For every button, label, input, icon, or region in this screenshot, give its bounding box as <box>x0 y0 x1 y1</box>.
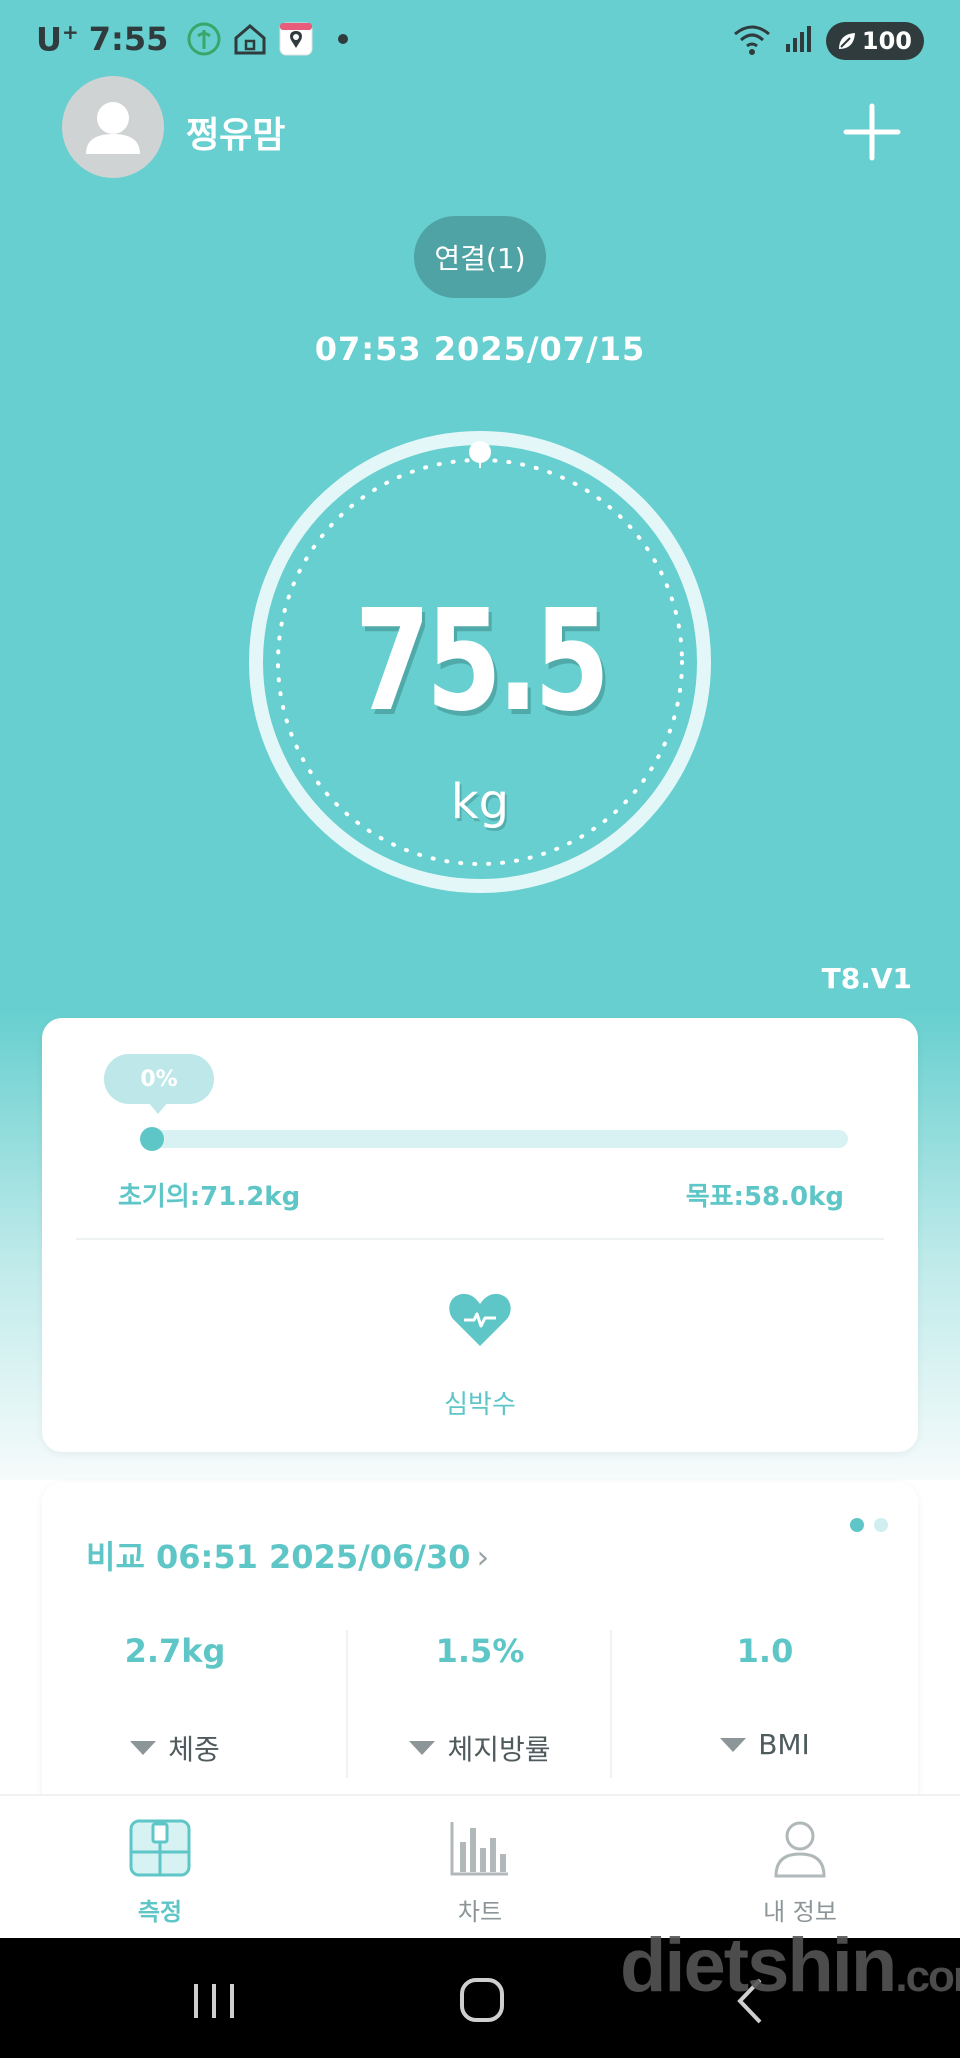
decrease-arrow-icon <box>720 1737 747 1752</box>
weight-value: 75.5 <box>354 580 610 743</box>
recent-apps-icon[interactable] <box>184 1976 244 2026</box>
signal-icon <box>784 24 814 58</box>
heart-rate-icon[interactable] <box>448 1290 512 1348</box>
watermark: dietshin.com <box>620 1923 960 2008</box>
stat-value: 1.0 <box>736 1632 794 1670</box>
stat-body-fat: 1.5% 체지방률 <box>347 1632 613 1768</box>
default-avatar-icon <box>86 102 140 154</box>
battery-leaf-icon <box>838 33 855 49</box>
home-notification-icon <box>232 21 268 57</box>
username[interactable]: 쩡유맘 <box>186 106 285 158</box>
tab-label: 차트 <box>457 1898 503 1926</box>
carrier-label: U+ <box>36 20 79 59</box>
stat-bmi: 1.0 BMI <box>632 1632 898 1761</box>
gauge-indicator <box>469 441 491 463</box>
bar-chart-icon <box>450 1822 508 1876</box>
tab-measure[interactable]: 측정 <box>60 1818 260 1927</box>
chevron-right-icon: › <box>476 1538 490 1576</box>
tab-my-info[interactable]: 내 정보 <box>700 1818 900 1927</box>
compare-title: 비교 06:51 2025/06/30 <box>86 1538 471 1576</box>
leaf-notification-icon <box>186 21 222 57</box>
page-dot <box>874 1518 888 1532</box>
plus-icon <box>843 103 901 161</box>
progress-knob <box>140 1127 164 1151</box>
person-icon <box>774 1821 826 1878</box>
goal-progress-bar <box>152 1130 848 1148</box>
measurement-timestamp: 07:53 2025/07/15 <box>314 330 646 368</box>
more-notifications-dot <box>338 34 349 45</box>
add-button[interactable] <box>842 102 902 162</box>
stat-label: BMI <box>758 1728 810 1761</box>
page-dot-active <box>850 1518 864 1532</box>
compare-card: 비교 06:51 2025/06/30 › 2.7kg 체중 1.5% 체지방률 … <box>42 1482 918 1842</box>
tab-label: 측정 <box>137 1898 183 1926</box>
device-version: T8.V1 <box>821 962 912 995</box>
battery-level: 100 <box>861 27 912 55</box>
compare-title-link[interactable]: 비교 06:51 2025/06/30 › <box>86 1532 489 1578</box>
stat-label: 체지방률 <box>447 1733 551 1766</box>
initial-weight-label: 초기의:71.2kg <box>118 1182 301 1212</box>
map-notification-icon <box>278 21 314 57</box>
tab-chart[interactable]: 차트 <box>380 1818 580 1927</box>
heart-rate-label[interactable]: 심박수 <box>42 1384 918 1421</box>
decrease-arrow-icon <box>409 1741 436 1755</box>
status-bar: U+ 7:55 100 <box>0 0 960 84</box>
bottom-tab-bar: 측정 차트 내 정보 <box>0 1794 960 1938</box>
stat-weight: 2.7kg 체중 <box>42 1632 308 1768</box>
divider <box>76 1238 884 1240</box>
battery-indicator: 100 <box>825 22 924 60</box>
wifi-icon <box>732 22 772 60</box>
stat-value: 1.5% <box>435 1632 525 1670</box>
page-indicator <box>850 1518 888 1532</box>
column-divider <box>610 1630 612 1778</box>
weight-unit: kg <box>450 774 510 830</box>
status-time: 7:55 <box>88 20 169 59</box>
stat-value: 2.7kg <box>124 1632 226 1670</box>
connection-button[interactable]: 연결(1) <box>414 216 546 298</box>
scale-icon <box>129 1819 191 1877</box>
avatar[interactable] <box>62 76 164 178</box>
goal-card: 0% 초기의:71.2kg 목표:58.0kg 심박수 <box>42 1018 918 1452</box>
stat-label: 체중 <box>168 1733 220 1766</box>
home-icon[interactable] <box>452 1976 512 2026</box>
decrease-arrow-icon <box>130 1741 157 1755</box>
target-weight-label: 목표:58.0kg <box>685 1182 844 1212</box>
progress-percent-bubble: 0% <box>104 1054 214 1114</box>
